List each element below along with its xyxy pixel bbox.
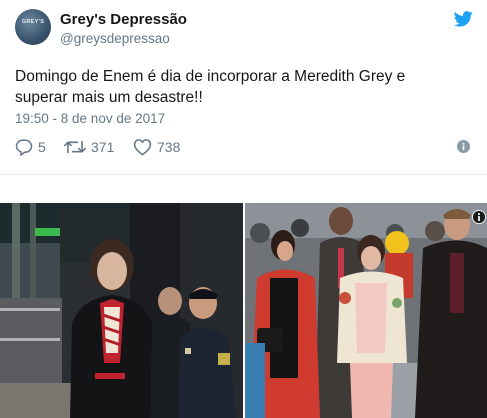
avatar-logo-text: GREY'S [21,19,45,25]
photo-left-image [0,203,243,418]
avatar[interactable]: GREY'S [15,9,51,45]
photo-left[interactable] [0,203,243,418]
tweet-card: GREY'S Grey's Depressão @greysdepressao … [0,0,487,418]
reply-icon [15,139,33,156]
user-handle[interactable]: @greysdepressao [60,31,170,46]
twitter-bird-icon[interactable] [454,11,473,27]
reply-button[interactable]: 5 [15,137,46,157]
photo-info-icon[interactable] [472,210,486,224]
tweet-text: Domingo de Enem é dia de incorporar a Me… [15,68,406,106]
photo-right[interactable] [245,203,487,418]
like-button[interactable]: 738 [133,137,180,157]
info-icon[interactable] [457,140,470,153]
tweet-timestamp[interactable]: 19:50 - 8 de nov de 2017 [15,111,165,126]
retweet-button[interactable]: 371 [64,137,114,157]
heart-icon [133,139,152,156]
photo-right-image [245,203,487,418]
display-name[interactable]: Grey's Depressão [60,11,187,28]
divider [0,174,487,175]
reply-count: 5 [38,139,46,155]
like-count: 738 [157,139,181,155]
retweet-count: 371 [91,139,115,155]
retweet-icon [64,140,86,154]
